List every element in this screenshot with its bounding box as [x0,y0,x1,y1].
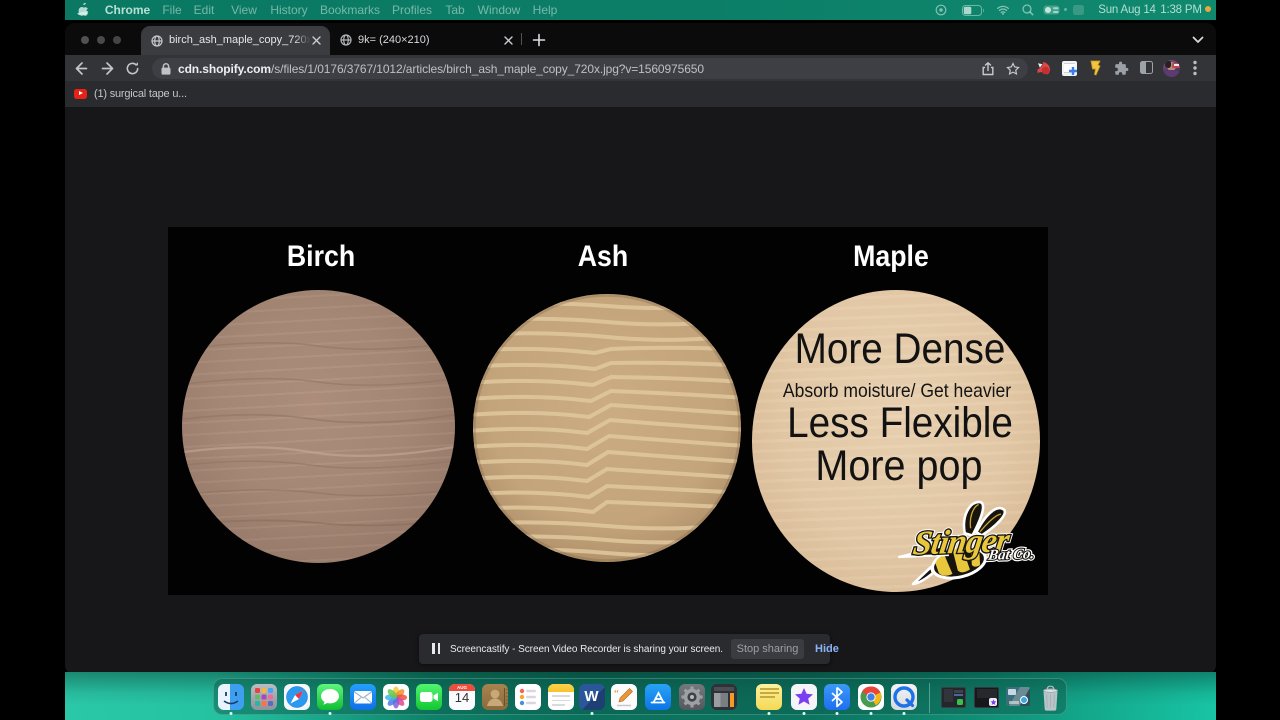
svg-text:“: “ [614,688,619,700]
svg-text:Bat Co.: Bat Co. [986,546,1035,564]
